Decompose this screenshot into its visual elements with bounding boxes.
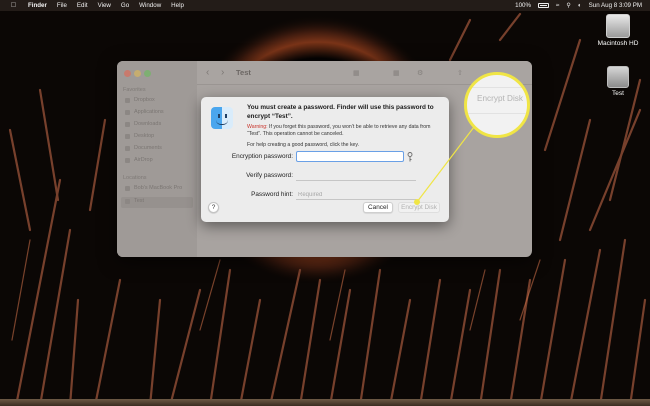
sidebar-item-label: Test: [134, 198, 145, 204]
sidebar-item-test[interactable]: Test: [125, 198, 144, 204]
desktop-icon-macintosh-hd[interactable]: Macintosh HD: [592, 14, 644, 47]
menu-go[interactable]: Go: [121, 0, 129, 11]
finder-eye-right: [225, 114, 227, 118]
cancel-button[interactable]: Cancel: [363, 202, 393, 213]
password-hint-field[interactable]: [296, 191, 416, 200]
battery-percent: 100%: [515, 2, 531, 9]
sidebar-item-desktop[interactable]: Desktop: [125, 133, 154, 139]
documents-icon: [125, 145, 130, 151]
minimize-window-button[interactable]: [134, 70, 141, 77]
verify-password-field[interactable]: [296, 172, 416, 181]
sidebar-item-airdrop[interactable]: AirDrop: [125, 157, 153, 163]
callout-zoom-bubble: Encrypt Disk: [464, 72, 530, 138]
forward-arrow-icon[interactable]: ›: [221, 67, 224, 78]
battery-icon[interactable]: [537, 3, 549, 8]
password-hint-label: Password hint:: [251, 191, 293, 198]
sidebar-item-label: Bob's MacBook Pro: [134, 185, 183, 191]
sidebar-heading-favorites: Favorites: [123, 87, 146, 93]
warning-label: Warning:: [247, 124, 268, 130]
sidebar-item-documents[interactable]: Documents: [125, 145, 162, 151]
menu-edit[interactable]: Edit: [77, 0, 88, 11]
desktop-icon: [125, 133, 130, 139]
desktop-icon-test[interactable]: Test: [598, 66, 638, 97]
zoom-window-button[interactable]: [144, 70, 151, 77]
zoom-divider: [467, 87, 527, 88]
finder-eye-left: [218, 114, 220, 118]
warning-text: If you forget this password, you won’t b…: [247, 124, 431, 137]
encryption-password-field[interactable]: [296, 151, 404, 162]
external-drive-icon: [607, 66, 629, 88]
encryption-password-label: Encryption password:: [231, 153, 293, 160]
downloads-icon: [125, 121, 130, 127]
back-arrow-icon[interactable]: ‹: [206, 67, 209, 78]
menu-bar:  Finder File Edit View Go Window Help 1…: [0, 0, 650, 11]
hard-drive-icon: [606, 14, 630, 38]
callout-encrypt-disk-label: Encrypt Disk: [477, 94, 523, 103]
sidebar-item-label: Dropbox: [134, 97, 155, 103]
laptop-icon: [125, 185, 130, 191]
finder-smile: [216, 120, 228, 125]
sidebar-item-applications[interactable]: Applications: [125, 109, 164, 115]
dock-edge: [0, 399, 650, 406]
dialog-help-text: For help creating a good password, click…: [247, 142, 360, 148]
group-icon[interactable]: ▦: [393, 69, 400, 77]
apple-logo-icon[interactable]: : [10, 0, 17, 11]
sidebar-item-label: Downloads: [134, 121, 162, 127]
menu-app-finder[interactable]: Finder: [28, 0, 47, 11]
sidebar-heading-locations: Locations: [123, 175, 147, 181]
menu-help[interactable]: Help: [171, 0, 184, 11]
zoom-divider: [467, 113, 527, 114]
drive-icon: [125, 198, 130, 204]
sidebar-item-label: Documents: [134, 145, 162, 151]
airdrop-icon: [125, 157, 130, 163]
view-mode-icon[interactable]: ▦: [353, 69, 360, 77]
finder-logo-icon: [211, 107, 233, 129]
menu-extras: 100% ≈ ⚲ ◐ Sun Aug 8 3:09 PM: [508, 0, 642, 11]
action-icon[interactable]: ⚙: [417, 69, 423, 77]
window-title: Test: [236, 68, 251, 77]
sidebar-item-label: Applications: [134, 109, 164, 115]
menu-view[interactable]: View: [98, 0, 111, 11]
menu-file[interactable]: File: [57, 0, 67, 11]
folder-icon: [125, 97, 130, 103]
dialog-warning: Warning: If you forget this password, yo…: [247, 124, 442, 138]
dialog-title: You must create a password. Finder will …: [247, 104, 434, 120]
verify-password-label: Verify password:: [246, 172, 293, 179]
key-icon[interactable]: [407, 152, 413, 162]
desktop-icon-label: Macintosh HD: [597, 40, 639, 47]
sidebar-item-downloads[interactable]: Downloads: [125, 121, 161, 127]
sidebar-item-label: AirDrop: [134, 157, 153, 163]
menu-window[interactable]: Window: [139, 0, 161, 11]
sidebar-item-dropbox[interactable]: Dropbox: [125, 97, 155, 103]
close-window-button[interactable]: [124, 70, 131, 77]
menu-clock[interactable]: Sun Aug 8 3:09 PM: [589, 0, 642, 11]
sidebar-item-label: Desktop: [134, 133, 155, 139]
desktop-icon-label: Test: [612, 90, 624, 97]
help-button[interactable]: ?: [208, 202, 219, 213]
callout-anchor-dot: [414, 199, 420, 205]
sidebar-item-macbook[interactable]: Bob's MacBook Pro: [125, 185, 182, 191]
applications-icon: [125, 109, 130, 115]
control-center-icon[interactable]: ◐: [578, 0, 582, 11]
share-icon[interactable]: ⇧: [457, 69, 463, 77]
wifi-icon[interactable]: ≈: [556, 0, 559, 11]
finder-sidebar: Favorites Dropbox Applications Downloads…: [117, 61, 197, 257]
search-icon[interactable]: ⚲: [566, 0, 571, 11]
